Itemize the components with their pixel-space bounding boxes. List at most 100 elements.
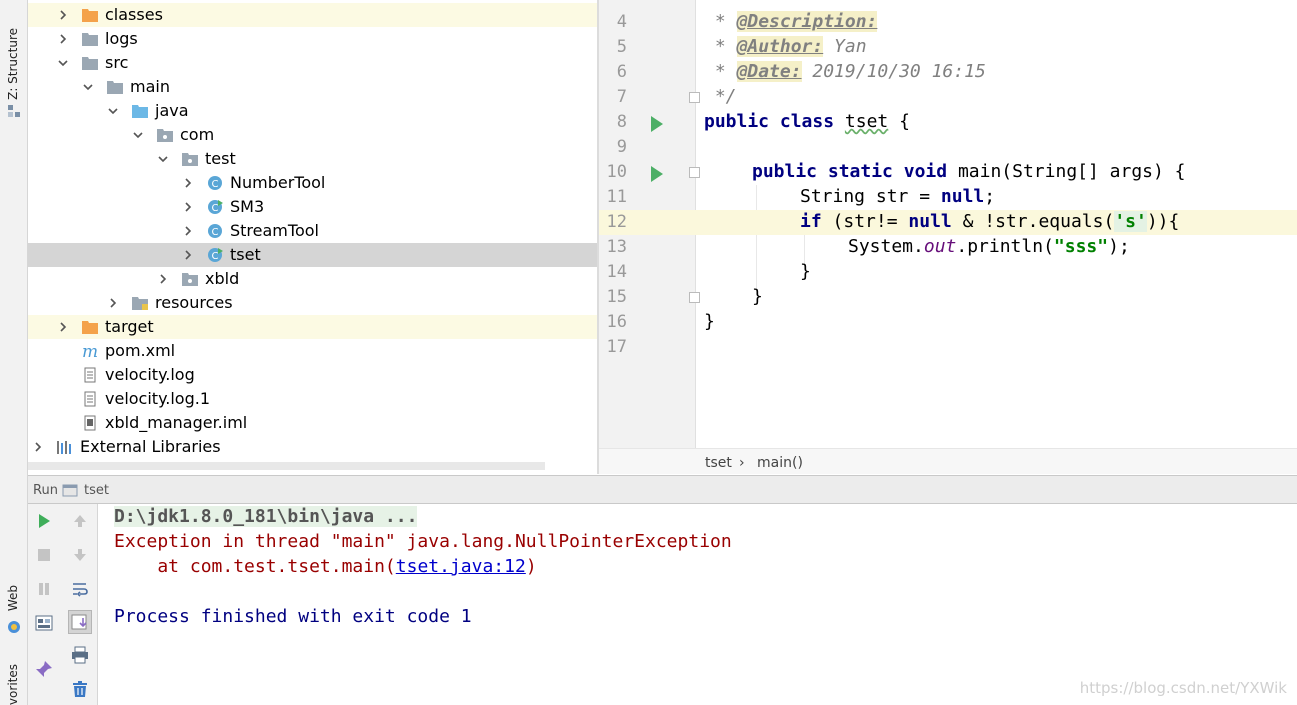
stop-button[interactable] [33,544,55,566]
left-tool-strip: Z: Structure Web vorites [0,0,28,705]
run-gutter-icon[interactable] [651,166,663,182]
tree-item-resources[interactable]: resources [28,291,598,315]
folder-icon [82,321,98,334]
tree-item-velocity-log[interactable]: velocity.log [28,363,598,387]
code-line: 4 * @Description: [599,10,1297,35]
fold-marker-icon[interactable] [689,292,700,303]
chevron-right-icon[interactable] [57,33,69,45]
chevron-right-icon[interactable] [107,297,119,309]
line-number: 11 [606,187,627,207]
line-number: 4 [616,12,627,32]
play-icon [39,514,50,528]
tree-item-classes[interactable]: classes [28,3,598,27]
breadcrumb-class[interactable]: tset [705,455,732,471]
tree-item-target[interactable]: target [28,315,598,339]
tree-item-velocity-log-1[interactable]: velocity.log.1 [28,387,598,411]
chevron-right-icon[interactable] [57,321,69,333]
rerun-button[interactable] [33,510,55,532]
folder-icon [82,57,98,70]
structure-tab[interactable]: Z: Structure [6,28,20,100]
libraries-icon [57,441,71,454]
soft-wrap-icon [73,583,88,597]
folder-icon [82,33,98,46]
tree-item-sm3[interactable]: C SM3 [28,195,598,219]
tree-item-xbld[interactable]: xbld [28,267,598,291]
chevron-down-icon[interactable] [57,57,69,69]
line-number: 13 [606,237,627,257]
chevron-down-icon[interactable] [157,153,169,165]
tree-item-main[interactable]: main [28,75,598,99]
tree-horizontal-scrollbar[interactable] [28,462,545,470]
maven-icon: m [82,343,98,359]
run-gutter-icon[interactable] [651,116,663,132]
code-text: * @Date: 2019/10/30 16:15 [704,61,986,82]
tree-item-numbertool[interactable]: C NumberTool [28,171,598,195]
stack-trace-link[interactable]: tset.java:12 [396,556,526,577]
clear-all-button[interactable] [69,678,91,700]
web-tab[interactable]: Web [6,585,20,611]
chevron-right-icon[interactable] [182,177,194,189]
breadcrumb-separator: › [739,455,745,471]
soft-wrap-button[interactable] [69,578,91,600]
chevron-down-icon[interactable] [107,105,119,117]
fold-marker-icon[interactable] [689,167,700,178]
pause-button[interactable] [33,578,55,600]
chevron-down-icon[interactable] [132,129,144,141]
tree-item-logs[interactable]: logs [28,27,598,51]
tree-item-pom[interactable]: m pom.xml [28,339,598,363]
chevron-right-icon[interactable] [57,9,69,21]
console-exception-line: Exception in thread "main" java.lang.Nul… [114,531,732,552]
console-command-line[interactable]: D:\jdk1.8.0_181\bin\java ... [114,506,418,527]
breadcrumb: tset › main() [599,448,1297,474]
tree-item-external-libraries[interactable]: External Libraries [28,435,598,459]
favorites-tab[interactable]: vorites [6,664,20,705]
tree-item-label: External Libraries [80,437,221,456]
print-icon [72,646,88,664]
pin-tab-button[interactable] [33,658,55,680]
chevron-right-icon[interactable] [32,441,44,453]
line-number: 15 [606,287,627,307]
chevron-right-icon[interactable] [182,225,194,237]
module-file-icon [84,415,96,431]
code-line: 7 */ [599,85,1297,110]
scroll-down-button[interactable] [69,544,91,566]
code-text: if (str!= null & !str.equals('s')){ [800,211,1180,232]
structure-icon [8,105,20,117]
chevron-right-icon[interactable] [182,249,194,261]
chevron-down-icon[interactable] [82,81,94,93]
fold-marker-icon[interactable] [689,92,700,103]
svg-text:C: C [212,251,219,262]
line-number: 16 [606,312,627,332]
breadcrumb-method[interactable]: main() [757,455,803,471]
tree-item-java[interactable]: java [28,99,598,123]
dump-threads-button[interactable] [33,612,55,634]
code-line: 9 [599,135,1297,160]
scroll-to-end-button[interactable] [68,610,92,634]
stop-icon [38,549,50,561]
source-folder-icon [132,105,148,118]
package-icon [182,273,198,286]
run-panel-title: Run [33,483,58,498]
scroll-up-button[interactable] [69,510,91,532]
print-button[interactable] [69,644,91,666]
tree-item-streamtool[interactable]: C StreamTool [28,219,598,243]
run-config-tab[interactable]: tset [84,483,109,498]
svg-text:m: m [82,343,98,359]
tree-item-src[interactable]: src [28,51,598,75]
package-icon [157,129,173,142]
tree-item-label: NumberTool [230,173,326,192]
code-line: 13 System.out.println("sss"); [599,235,1297,260]
tree-item-label: java [155,101,189,120]
chevron-right-icon[interactable] [182,201,194,213]
tree-item-com[interactable]: com [28,123,598,147]
tree-item-tset[interactable]: C tset [28,243,598,267]
tree-item-iml[interactable]: xbld_manager.iml [28,411,598,435]
tree-item-label: SM3 [230,197,265,216]
code-line: 16 } [599,310,1297,335]
code-editor[interactable]: 4 * @Description: 5 * @Author: Yan 6 * @… [599,0,1297,448]
code-text: */ [704,86,737,107]
code-text: public class tset { [704,111,910,132]
tree-item-test[interactable]: test [28,147,598,171]
chevron-right-icon[interactable] [157,273,169,285]
console-output[interactable]: D:\jdk1.8.0_181\bin\java ... Exception i… [99,504,1297,705]
